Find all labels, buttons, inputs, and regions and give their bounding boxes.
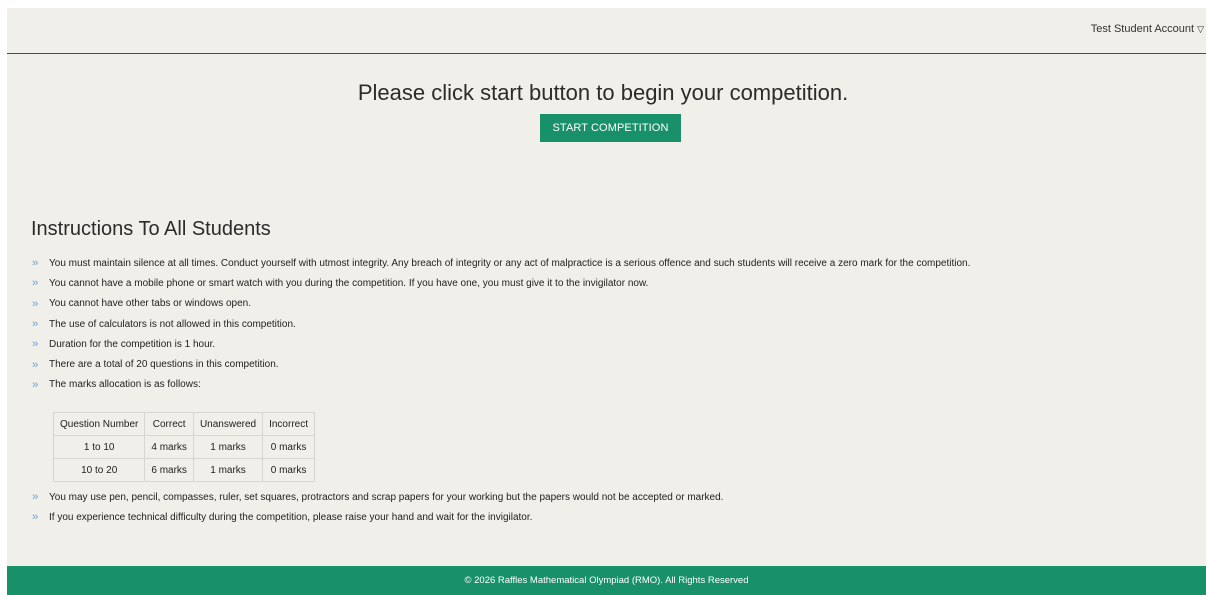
table-row: 10 to 20 6 marks 1 marks 0 marks: [52, 458, 315, 482]
chevron-down-icon: ▽: [1197, 23, 1204, 34]
instruction-text: There are a total of 20 questions in thi…: [49, 359, 279, 371]
column-header: Question Number: [52, 412, 146, 436]
instruction-text: You cannot have other tabs or windows op…: [49, 298, 251, 310]
page-title: Please click start button to begin your …: [357, 80, 849, 105]
chevron-right-icon: ››: [32, 257, 38, 270]
instruction-text: Duration for the competition is 1 hour.: [49, 338, 216, 350]
column-header: Incorrect: [262, 412, 315, 436]
footer: © 2026 Raffles Mathematical Olympiad (RM…: [7, 566, 1206, 595]
table-header-row: Question Number Correct Unanswered Incor…: [52, 412, 315, 436]
list-item: ›› Duration for the competition is 1 hou…: [32, 334, 1202, 354]
top-bar: Test Student Account ▽: [7, 8, 1206, 54]
table-cell: 4 marks: [144, 435, 194, 459]
instruction-text: If you experience technical difficulty d…: [49, 511, 533, 523]
chevron-right-icon: ››: [32, 338, 38, 351]
list-item: ›› The use of calculators is not allowed…: [32, 314, 1202, 334]
table-cell: 1 to 10: [52, 435, 146, 459]
app-container: Test Student Account ▽ Please click star…: [7, 8, 1206, 595]
table-row: 1 to 10 4 marks 1 marks 0 marks: [52, 435, 315, 459]
instructions-list: ›› You must maintain silence at all time…: [32, 253, 1202, 395]
instruction-text: You may use pen, pencil, compasses, rule…: [49, 491, 724, 503]
table-cell: 1 marks: [192, 458, 264, 482]
instruction-text: You must maintain silence at all times. …: [49, 257, 971, 269]
list-item: ›› There are a total of 20 questions in …: [32, 354, 1202, 374]
chevron-right-icon: ››: [32, 378, 38, 391]
instruction-text: The use of calculators is not allowed in…: [49, 318, 296, 330]
list-item: ›› If you experience technical difficult…: [32, 507, 1202, 527]
table-cell: 1 marks: [192, 435, 264, 459]
chevron-right-icon: ››: [32, 277, 38, 290]
footer-copyright: © 2026 Raffles Mathematical Olympiad (RM…: [464, 575, 749, 586]
list-item: ›› You cannot have other tabs or windows…: [32, 294, 1202, 314]
chevron-right-icon: ››: [32, 318, 38, 331]
instruction-text: The marks allocation is as follows:: [49, 379, 201, 391]
instructions-list-continued: ›› You may use pen, pencil, compasses, r…: [32, 487, 1202, 528]
table-cell: 10 to 20: [52, 458, 146, 482]
instruction-text: You cannot have a mobile phone or smart …: [49, 277, 649, 289]
column-header: Correct: [144, 412, 194, 436]
instructions-heading: Instructions To All Students: [31, 218, 271, 240]
list-item: ›› You may use pen, pencil, compasses, r…: [32, 487, 1202, 507]
table-cell: 0 marks: [262, 435, 315, 459]
table-cell: 0 marks: [262, 458, 315, 482]
marks-allocation-table: Question Number Correct Unanswered Incor…: [52, 412, 315, 482]
column-header: Unanswered: [192, 412, 264, 436]
chevron-right-icon: ››: [32, 491, 38, 504]
list-item: ›› You cannot have a mobile phone or sma…: [32, 273, 1202, 293]
chevron-right-icon: ››: [32, 511, 38, 524]
table-cell: 6 marks: [144, 458, 194, 482]
account-menu[interactable]: Test Student Account ▽: [1091, 23, 1204, 35]
chevron-right-icon: ››: [32, 297, 38, 310]
list-item: ›› The marks allocation is as follows:: [32, 375, 1202, 395]
chevron-right-icon: ››: [32, 358, 38, 371]
start-competition-button[interactable]: START COMPETITION: [540, 114, 681, 142]
list-item: ›› You must maintain silence at all time…: [32, 253, 1202, 273]
account-label: Test Student Account: [1090, 23, 1195, 35]
